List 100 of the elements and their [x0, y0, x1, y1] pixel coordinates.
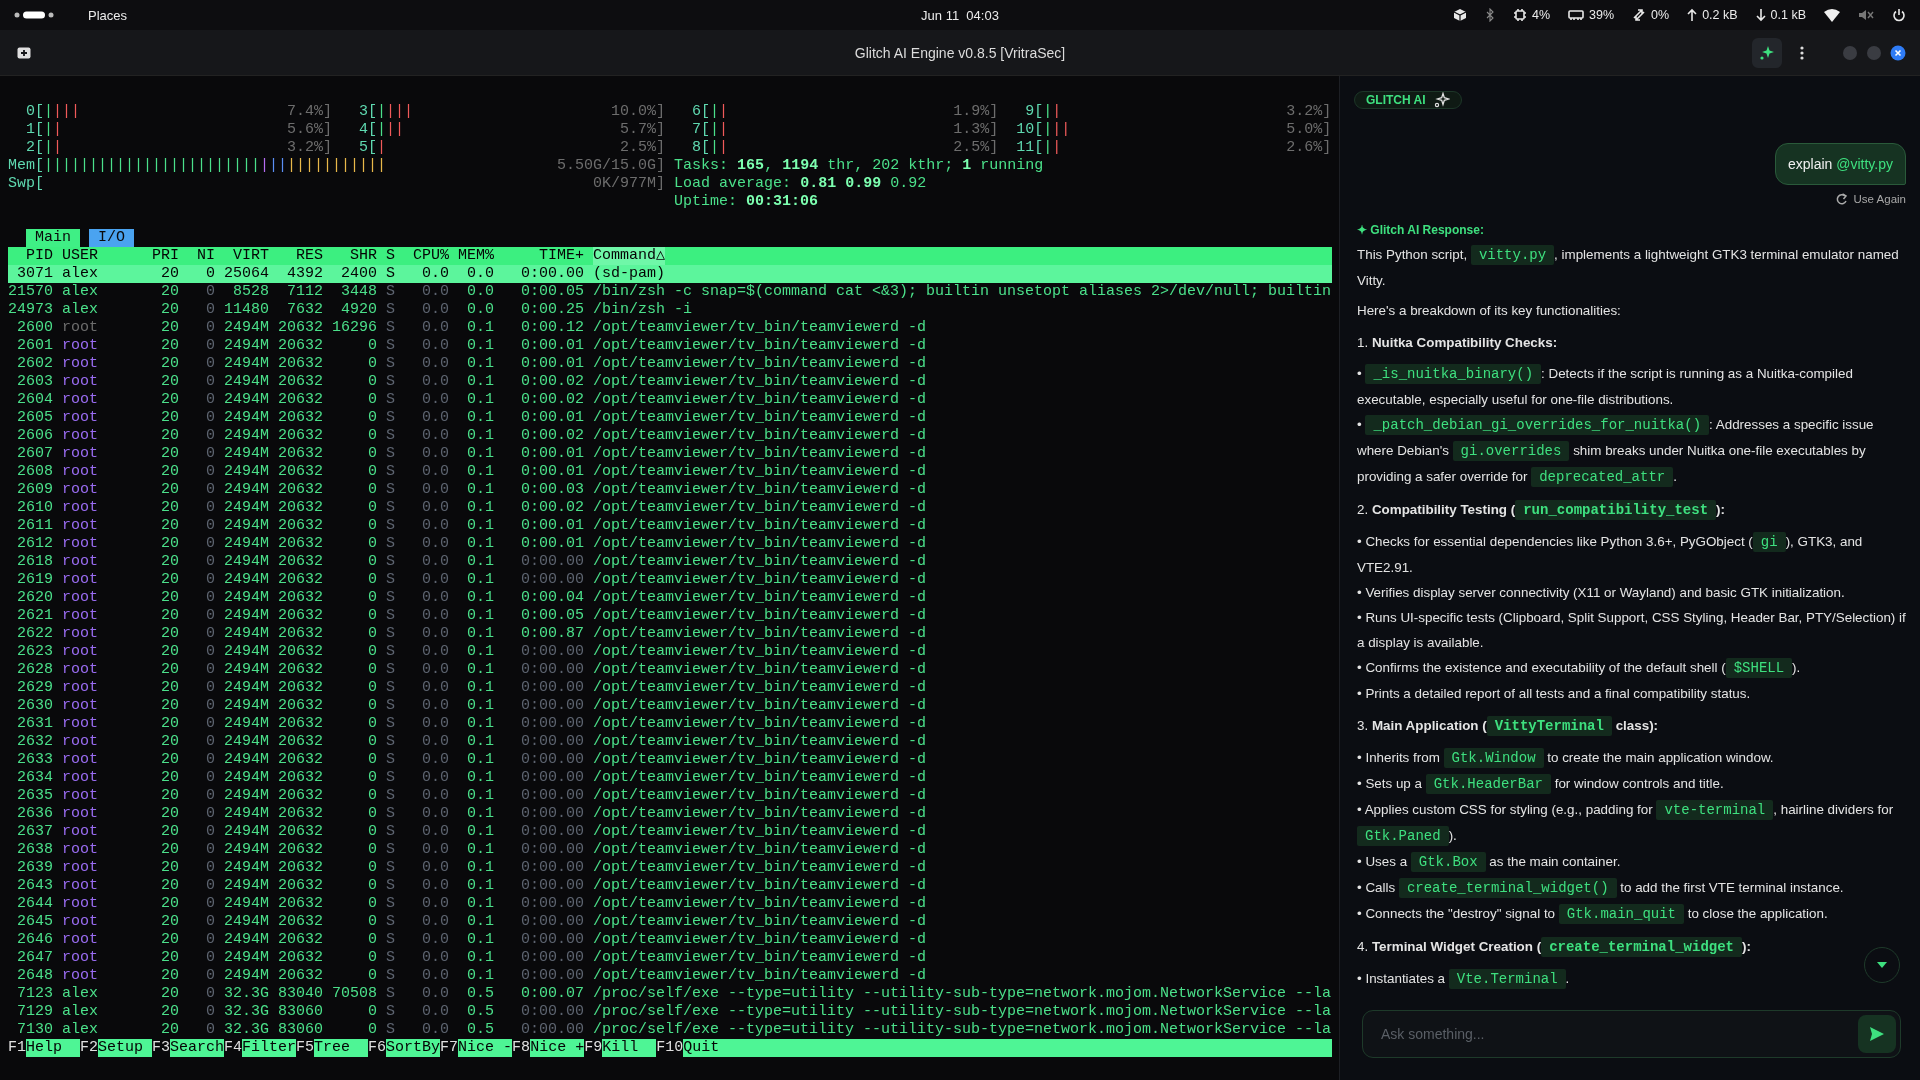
- function-key-button[interactable]: Help: [26, 1039, 80, 1057]
- workspace-indicator-icon[interactable]: [14, 11, 54, 19]
- column-header[interactable]: USER: [62, 247, 143, 265]
- package-icon[interactable]: [1452, 8, 1467, 22]
- process-row[interactable]: 2611 root 20 0 2494M 20632 0 S 0.0 0.1 0:00.01 /opt/teamviewer/tv_bin/teamviewerd -d: [8, 517, 1332, 535]
- table-cell-text: S: [385, 373, 395, 391]
- column-header[interactable]: CPU%: [395, 247, 449, 265]
- process-row[interactable]: 2601 root 20 0 2494M 20632 0 S 0.0 0.1 0:00.01 /opt/teamviewer/tv_bin/teamviewerd -d: [8, 337, 1332, 355]
- process-row[interactable]: 2623 root 20 0 2494M 20632 0 S 0.0 0.1 0:00.00 /opt/teamviewer/tv_bin/teamviewerd -d: [8, 643, 1332, 661]
- process-row[interactable]: 2605 root 20 0 2494M 20632 0 S 0.0 0.1 0:00.01 /opt/teamviewer/tv_bin/teamviewerd -d: [8, 409, 1332, 427]
- ask-field[interactable]: Ask something...: [1362, 1010, 1901, 1058]
- cpu-icon: [1512, 8, 1527, 22]
- process-row[interactable]: 2631 root 20 0 2494M 20632 0 S 0.0 0.1 0:00.00 /opt/teamviewer/tv_bin/teamviewerd -d: [8, 715, 1332, 733]
- places-menu[interactable]: Places: [88, 7, 128, 23]
- process-row[interactable]: 2632 root 20 0 2494M 20632 0 S 0.0 0.1 0:00.00 /opt/teamviewer/tv_bin/teamviewerd -d: [8, 733, 1332, 751]
- muted-speaker-icon[interactable]: [1858, 8, 1874, 22]
- process-row[interactable]: 2618 root 20 0 2494M 20632 0 S 0.0 0.1 0:00.00 /opt/teamviewer/tv_bin/teamviewerd -d: [8, 553, 1332, 571]
- process-row[interactable]: 2610 root 20 0 2494M 20632 0 S 0.0 0.1 0:00.02 /opt/teamviewer/tv_bin/teamviewerd -d: [8, 499, 1332, 517]
- table-cell-text: 0: [367, 697, 377, 715]
- column-header[interactable]: TIME+: [494, 247, 584, 265]
- table-cell-text: 2606: [16, 427, 53, 445]
- process-row[interactable]: 2643 root 20 0 2494M 20632 0 S 0.0 0.1 0:00.00 /opt/teamviewer/tv_bin/teamviewerd -d: [8, 877, 1332, 895]
- process-row[interactable]: 2629 root 20 0 2494M 20632 0 S 0.0 0.1 0:00.00 /opt/teamviewer/tv_bin/teamviewerd -d: [8, 679, 1332, 697]
- process-row[interactable]: 2644 root 20 0 2494M 20632 0 S 0.0 0.1 0:00.00 /opt/teamviewer/tv_bin/teamviewerd -d: [8, 895, 1332, 913]
- function-key-button[interactable]: Nice +: [530, 1039, 585, 1057]
- tab[interactable]: Main: [26, 229, 80, 247]
- table-cell-text: 0.1: [466, 859, 494, 877]
- function-key-button[interactable]: Quit: [683, 1039, 1332, 1057]
- function-key-button[interactable]: SortBy: [386, 1039, 441, 1057]
- process-row[interactable]: 2646 root 20 0 2494M 20632 0 S 0.0 0.1 0:00.00 /opt/teamviewer/tv_bin/teamviewerd -d: [8, 931, 1332, 949]
- table-cell-text: 0.0: [421, 715, 449, 733]
- process-row[interactable]: 2635 root 20 0 2494M 20632 0 S 0.0 0.1 0:00.00 /opt/teamviewer/tv_bin/teamviewerd -d: [8, 787, 1332, 805]
- column-header[interactable]: S: [377, 247, 395, 265]
- table-cell-text: 20: [160, 283, 179, 301]
- bluetooth-icon[interactable]: [1484, 8, 1495, 22]
- scroll-down-button[interactable]: [1864, 947, 1900, 983]
- wifi-icon[interactable]: [1824, 8, 1840, 22]
- process-row[interactable]: 2645 root 20 0 2494M 20632 0 S 0.0 0.1 0:00.00 /opt/teamviewer/tv_bin/teamviewerd -d: [8, 913, 1332, 931]
- process-row[interactable]: 2619 root 20 0 2494M 20632 0 S 0.0 0.1 0:00.00 /opt/teamviewer/tv_bin/teamviewerd -d: [8, 571, 1332, 589]
- function-key-button[interactable]: Search: [170, 1039, 225, 1057]
- function-key-button[interactable]: Filter: [242, 1039, 297, 1057]
- process-row[interactable]: 2602 root 20 0 2494M 20632 0 S 0.0 0.1 0:00.01 /opt/teamviewer/tv_bin/teamviewerd -d: [8, 355, 1332, 373]
- process-row[interactable]: 7123 alex 20 0 32.3G 83040 70508 S 0.0 0.5 0:00.07 /proc/self/exe --type=utility --utility-sub-type=network.mojom.NetworkService --la: [8, 985, 1332, 1003]
- process-row[interactable]: 2647 root 20 0 2494M 20632 0 S 0.0 0.1 0:00.00 /opt/teamviewer/tv_bin/teamviewerd -d: [8, 949, 1332, 967]
- process-row[interactable]: 2607 root 20 0 2494M 20632 0 S 0.0 0.1 0:00.01 /opt/teamviewer/tv_bin/teamviewerd -d: [8, 445, 1332, 463]
- close-icon[interactable]: [1890, 44, 1906, 61]
- process-row[interactable]: 2609 root 20 0 2494M 20632 0 S 0.0 0.1 0:00.03 /opt/teamviewer/tv_bin/teamviewerd -d: [8, 481, 1332, 499]
- process-row[interactable]: 2638 root 20 0 2494M 20632 0 S 0.0 0.1 0:00.00 /opt/teamviewer/tv_bin/teamviewerd -d: [8, 841, 1332, 859]
- column-header[interactable]: NI: [179, 247, 215, 265]
- column-header[interactable]: RES: [269, 247, 323, 265]
- function-key-button[interactable]: Nice -: [458, 1039, 513, 1057]
- process-row[interactable]: 7130 alex 20 0 32.3G 83060 0 S 0.0 0.5 0:00.00 /proc/self/exe --type=utility --utility-sub-type=network.mojom.NetworkService --la: [8, 1021, 1332, 1039]
- menu-icon[interactable]: [1800, 45, 1804, 60]
- process-row[interactable]: 2612 root 20 0 2494M 20632 0 S 0.0 0.1 0:00.01 /opt/teamviewer/tv_bin/teamviewerd -d: [8, 535, 1332, 553]
- process-row[interactable]: 2620 root 20 0 2494M 20632 0 S 0.0 0.1 0:00.04 /opt/teamviewer/tv_bin/teamviewerd -d: [8, 589, 1332, 607]
- table-cell: /opt/teamviewer/tv_bin/teamviewerd -d: [593, 535, 927, 553]
- clock[interactable]: Jun 11 04:03: [921, 7, 999, 23]
- table-cell-text: 2609: [16, 481, 53, 499]
- process-row[interactable]: 2628 root 20 0 2494M 20632 0 S 0.0 0.1 0:00.00 /opt/teamviewer/tv_bin/teamviewerd -d: [8, 661, 1332, 679]
- process-row[interactable]: 2637 root 20 0 2494M 20632 0 S 0.0 0.1 0:00.00 /opt/teamviewer/tv_bin/teamviewerd -d: [8, 823, 1332, 841]
- function-key-button[interactable]: Tree: [314, 1039, 369, 1057]
- process-row[interactable]: 2622 root 20 0 2494M 20632 0 S 0.0 0.1 0:00.87 /opt/teamviewer/tv_bin/teamviewerd -d: [8, 625, 1332, 643]
- column-header[interactable]: MEM%: [449, 247, 494, 265]
- column-header[interactable]: SHR: [323, 247, 377, 265]
- power-icon[interactable]: [1892, 8, 1906, 22]
- column-header[interactable]: PRI: [143, 247, 179, 265]
- tab[interactable]: I/O: [89, 229, 135, 247]
- process-row[interactable]: 2639 root 20 0 2494M 20632 0 S 0.0 0.1 0:00.00 /opt/teamviewer/tv_bin/teamviewerd -d: [8, 859, 1332, 877]
- send-button[interactable]: [1858, 1015, 1896, 1053]
- table-cell-text: 0: [205, 283, 215, 301]
- process-row[interactable]: 2606 root 20 0 2494M 20632 0 S 0.0 0.1 0:00.02 /opt/teamviewer/tv_bin/teamviewerd -d: [8, 427, 1332, 445]
- process-row[interactable]: 2608 root 20 0 2494M 20632 0 S 0.0 0.1 0:00.01 /opt/teamviewer/tv_bin/teamviewerd -d: [8, 463, 1332, 481]
- column-header[interactable]: VIRT: [215, 247, 269, 265]
- function-key-button[interactable]: Setup: [98, 1039, 153, 1057]
- process-row[interactable]: 7129 alex 20 0 32.3G 83060 0 S 0.0 0.5 0:00.00 /proc/self/exe --type=utility --utility-sub-type=network.mojom.NetworkService --la: [8, 1003, 1332, 1021]
- process-row[interactable]: 2621 root 20 0 2494M 20632 0 S 0.0 0.1 0:00.05 /opt/teamviewer/tv_bin/teamviewerd -d: [8, 607, 1332, 625]
- column-header[interactable]: PID: [8, 247, 53, 265]
- process-row[interactable]: 2603 root 20 0 2494M 20632 0 S 0.0 0.1 0:00.02 /opt/teamviewer/tv_bin/teamviewerd -d: [8, 373, 1332, 391]
- ai-assistant-button[interactable]: [1752, 37, 1782, 68]
- process-row[interactable]: 2634 root 20 0 2494M 20632 0 S 0.0 0.1 0:00.00 /opt/teamviewer/tv_bin/teamviewerd -d: [8, 769, 1332, 787]
- process-row[interactable]: 2600 root 20 0 2494M 20632 16296 S 0.0 0.1 0:00.12 /opt/teamviewer/tv_bin/teamviewerd -d: [8, 319, 1332, 337]
- process-row[interactable]: 2633 root 20 0 2494M 20632 0 S 0.0 0.1 0:00.00 /opt/teamviewer/tv_bin/teamviewerd -d: [8, 751, 1332, 769]
- column-header[interactable]: Command△: [593, 247, 666, 265]
- process-row[interactable]: 2604 root 20 0 2494M 20632 0 S 0.0 0.1 0:00.02 /opt/teamviewer/tv_bin/teamviewerd -d: [8, 391, 1332, 409]
- process-row[interactable]: 2636 root 20 0 2494M 20632 0 S 0.0 0.1 0:00.00 /opt/teamviewer/tv_bin/teamviewerd -d: [8, 805, 1332, 823]
- process-row[interactable]: 2648 root 20 0 2494M 20632 0 S 0.0 0.1 0:00.00 /opt/teamviewer/tv_bin/teamviewerd -d: [8, 967, 1332, 985]
- table-cell-text: 2494M: [223, 337, 269, 355]
- table-cell-text: 0: [205, 355, 215, 373]
- table-cell-text: 20632: [277, 625, 323, 643]
- process-row[interactable]: 2630 root 20 0 2494M 20632 0 S 0.0 0.1 0:00.00 /opt/teamviewer/tv_bin/teamviewerd -d: [8, 697, 1332, 715]
- use-again-button[interactable]: Use Again: [1835, 193, 1906, 205]
- bullet-item: • Runs UI-specific tests (Clipboard, Split Support, CSS Styling, Header Bar, PTY/Selection) if a display is available.: [1357, 609, 1906, 652]
- process-row[interactable]: 3071 alex 20 0 25064 4392 2400 S 0.0 0.0 0:00.00 (sd-pam): [8, 265, 1332, 283]
- window-title: Glitch AI Engine v0.8.5 [VritraSec]: [854, 44, 1066, 61]
- table-cell-text: 20632: [277, 481, 323, 499]
- table-cell-text: S: [385, 589, 395, 607]
- process-row[interactable]: 24973 alex 20 0 11480 7632 4920 S 0.0 0.0 0:00.25 /bin/zsh -i: [8, 301, 1332, 319]
- process-row[interactable]: 21570 alex 20 0 8528 7112 3448 S 0.0 0.0 0:00.05 /bin/zsh -c snap=$(command cat <&3); builtin unsetopt aliases 2>/dev/null; builtin: [8, 283, 1332, 301]
- function-key-button[interactable]: Kill: [602, 1039, 657, 1057]
- meter-reading: 10.0%]: [611, 103, 666, 121]
